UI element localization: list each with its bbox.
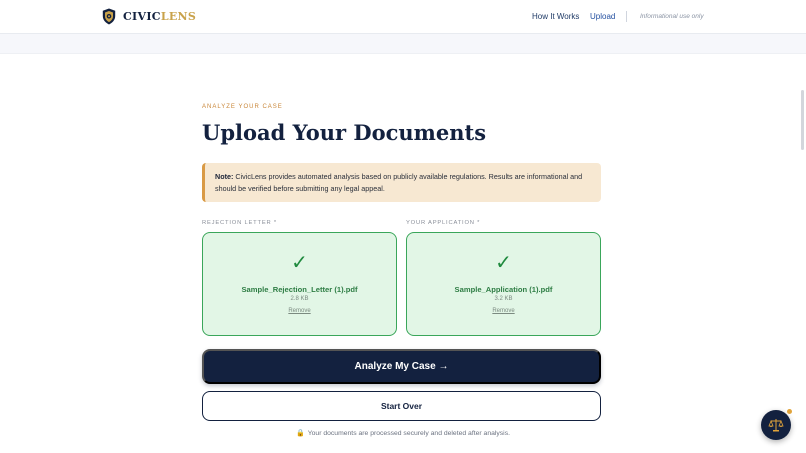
header-band [0,34,806,54]
brand-name-civic: CIVIC [123,10,161,23]
top-navbar: CIVICLENS How It Works Upload Informatio… [0,0,806,34]
note-label: Note: [215,172,234,181]
lock-icon: 🔒 [296,430,305,437]
page-scrollbar[interactable] [801,90,804,150]
rejection-letter-filesize: 2.8 KB [290,296,309,302]
assistant-fab-button[interactable] [761,410,791,440]
start-over-button[interactable]: Start Over [202,391,601,421]
checkmark-icon: ✓ [495,252,512,274]
rejection-letter-filename: Sample_Rejection_Letter (1).pdf [241,285,358,294]
application-remove-link[interactable]: Remove [407,308,600,314]
shield-logo-icon [102,8,116,25]
analyze-my-case-button[interactable]: Analyze My Case → [202,349,601,384]
application-filename: Sample_Application (1).pdf [454,285,553,294]
brand-name: CIVICLENS [123,10,196,23]
rejection-letter-remove-link[interactable]: Remove [203,308,396,314]
application-dropzone[interactable]: ✓ Sample_Application (1).pdf 3.2 KB Remo… [406,232,601,336]
brand-logo[interactable]: CIVICLENS [102,8,196,25]
application-filesize: 3.2 KB [494,296,513,302]
nav-upload-link[interactable]: Upload [590,12,615,21]
note-text: CivicLens provides automated analysis ba… [215,172,583,193]
security-notice: 🔒 Your documents are processed securely a… [0,429,806,437]
section-eyebrow: ANALYZE YOUR CASE [202,104,283,110]
rejection-letter-label: REJECTION LETTER * [202,220,277,226]
rejection-letter-dropzone[interactable]: ✓ Sample_Rejection_Letter (1).pdf 2.8 KB… [202,232,397,336]
checkmark-icon: ✓ [291,252,308,274]
application-label: YOUR APPLICATION * [406,220,481,226]
scales-of-justice-icon [768,419,784,432]
nav-how-it-works-link[interactable]: How It Works [532,12,579,21]
disclaimer-note: Note: CivicLens provides automated analy… [202,163,601,202]
nav-divider [626,11,627,22]
page-title: Upload Your Documents [202,120,487,145]
informational-disclaimer: Informational use only [640,13,704,20]
fab-notification-badge [787,409,792,414]
brand-name-lens: LENS [160,10,197,23]
security-notice-text: Your documents are processed securely an… [307,430,510,437]
